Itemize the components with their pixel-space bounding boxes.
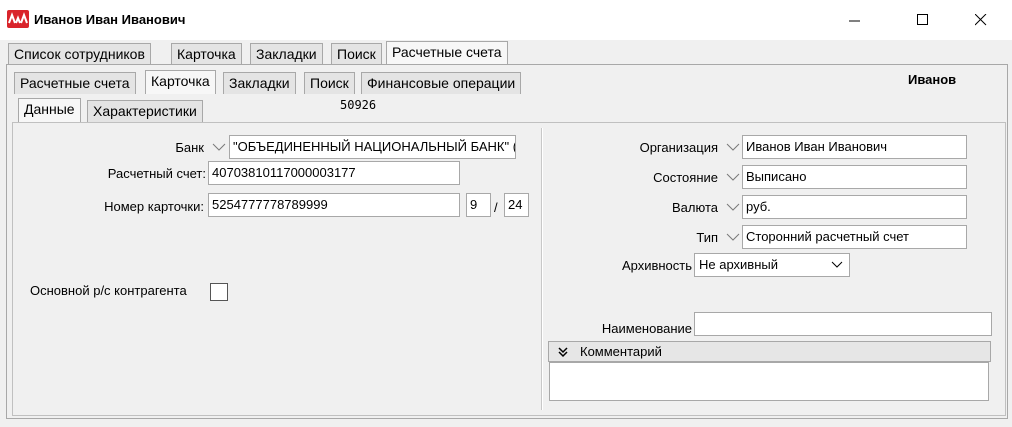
- tab-sub-search[interactable]: Поиск: [304, 72, 355, 94]
- type-label: Тип: [696, 230, 718, 245]
- archive-select[interactable]: Не архивный: [694, 253, 850, 277]
- account-field[interactable]: 40703810117000003177: [208, 161, 460, 185]
- currency-label: Валюта: [672, 200, 718, 215]
- person-name-header: Иванов: [908, 72, 957, 87]
- title-bar: Иванов Иван Иванович: [0, 0, 1012, 40]
- window-title: Иванов Иван Иванович: [34, 12, 186, 27]
- chevron-down-icon[interactable]: [726, 202, 740, 212]
- tab-bank-accounts[interactable]: Расчетные счета: [386, 41, 508, 65]
- tab-data[interactable]: Данные: [18, 98, 81, 122]
- tab-sub-bank-accounts[interactable]: Расчетные счета: [14, 72, 136, 94]
- comment-section-header[interactable]: Комментарий: [548, 341, 991, 362]
- tab-search[interactable]: Поиск: [331, 43, 382, 65]
- record-code: 50926: [340, 98, 377, 112]
- archive-label: Архивность: [621, 258, 692, 273]
- main-account-checkbox[interactable]: [210, 283, 228, 301]
- card-number-field[interactable]: 5254777778789999: [208, 193, 460, 217]
- maximize-icon: [917, 14, 928, 25]
- minimize-button[interactable]: [832, 0, 878, 40]
- card-date-separator: /: [494, 200, 498, 215]
- maximize-button[interactable]: [900, 0, 946, 40]
- name-field[interactable]: [694, 312, 992, 336]
- archive-select-value: Не архивный: [699, 257, 778, 272]
- app-logo-icon: [7, 10, 29, 28]
- tab-sub-card[interactable]: Карточка: [145, 70, 216, 94]
- currency-field[interactable]: руб.: [742, 195, 967, 219]
- tab-characteristics[interactable]: Характеристики: [87, 100, 203, 122]
- tab-sub-financial-operations[interactable]: Финансовые операции: [361, 72, 522, 94]
- column-separator: [541, 128, 543, 410]
- type-field[interactable]: Сторонний расчетный счет: [742, 225, 967, 249]
- bank-label: Банк: [175, 140, 204, 155]
- card-month-field[interactable]: 9: [466, 193, 491, 217]
- close-icon: [975, 14, 987, 26]
- card-number-label: Номер карточки:: [104, 199, 204, 214]
- double-chevron-down-icon: [558, 347, 568, 358]
- chevron-down-icon: [831, 261, 843, 268]
- tab-bookmarks[interactable]: Закладки: [250, 43, 323, 65]
- comment-label: Комментарий: [580, 344, 662, 359]
- organization-label: Организация: [639, 140, 718, 155]
- main-account-label: Основной р/с контрагента: [30, 283, 187, 298]
- state-field[interactable]: Выписано: [742, 165, 967, 189]
- state-label: Состояние: [653, 170, 718, 185]
- minimize-icon: [849, 20, 860, 22]
- bank-field[interactable]: "ОБЪЕДИНЕННЫЙ НАЦИОНАЛЬНЫЙ БАНК" (: [229, 135, 516, 159]
- tab-employee-list[interactable]: Список сотрудников: [8, 43, 151, 65]
- chevron-down-icon[interactable]: [726, 172, 740, 182]
- chevron-down-icon[interactable]: [726, 232, 740, 242]
- organization-field[interactable]: Иванов Иван Иванович: [742, 135, 967, 159]
- close-button[interactable]: [958, 0, 1004, 40]
- card-year-field[interactable]: 24: [504, 193, 529, 217]
- tab-sub-bookmarks[interactable]: Закладки: [223, 72, 296, 94]
- tab-card[interactable]: Карточка: [171, 43, 242, 65]
- name-label: Наименование: [601, 321, 692, 336]
- chevron-down-icon[interactable]: [726, 142, 740, 152]
- chevron-down-icon[interactable]: [212, 142, 226, 152]
- account-label: Расчетный счет:: [107, 166, 206, 181]
- comment-textarea[interactable]: [549, 362, 989, 401]
